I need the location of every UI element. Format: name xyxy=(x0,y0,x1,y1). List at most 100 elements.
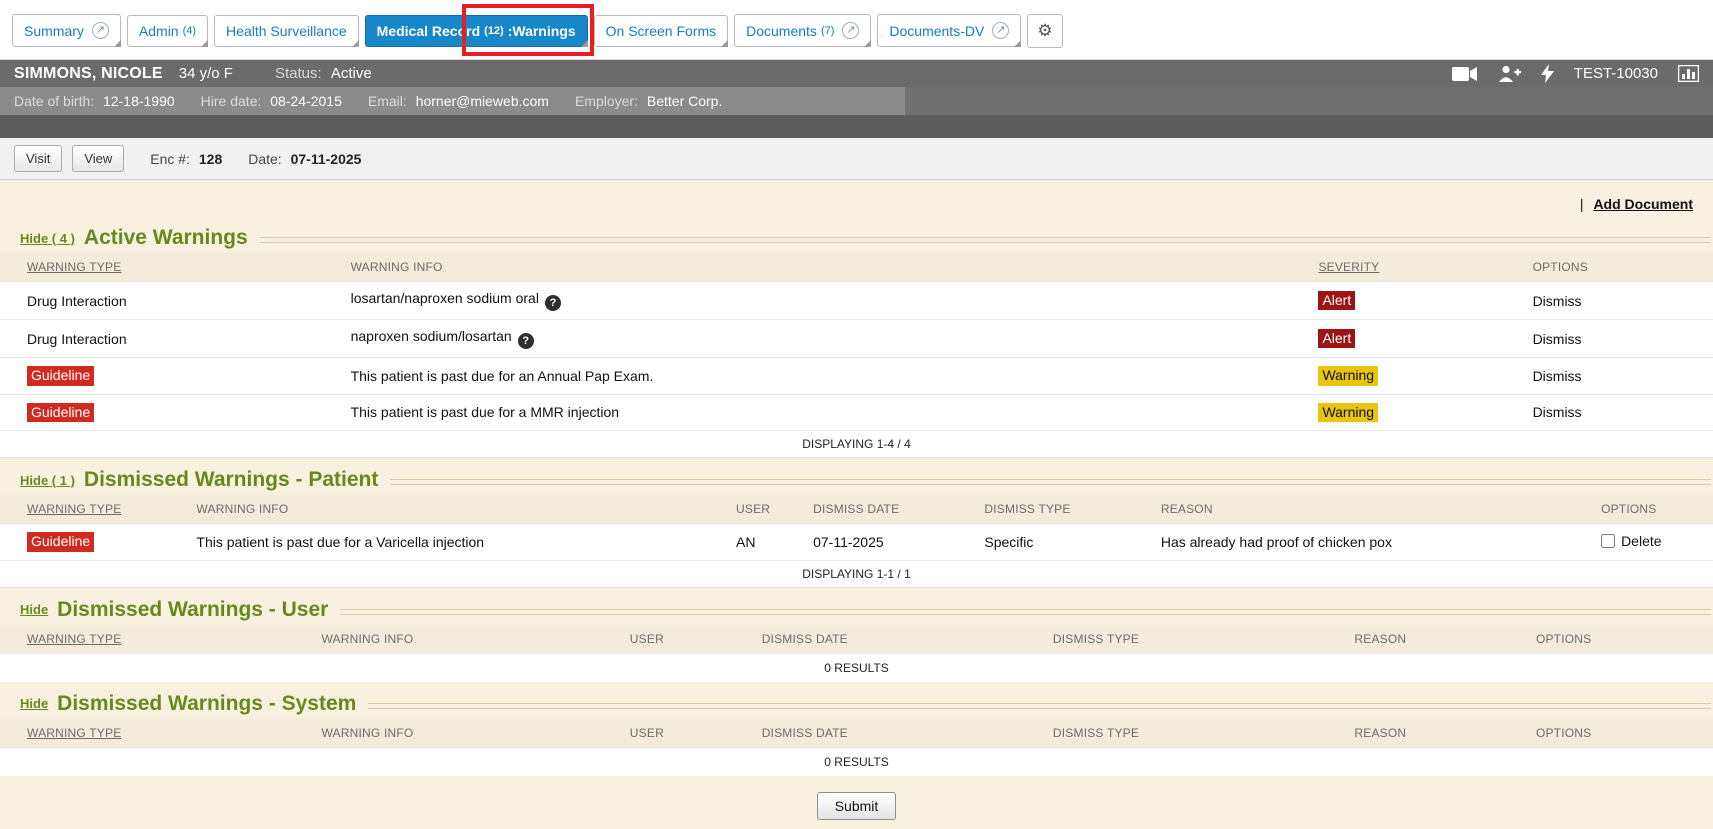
popout-icon[interactable]: ↗ xyxy=(842,22,859,39)
column-header-dismiss-type: DISMISS TYPE xyxy=(1053,726,1139,740)
tab-on-screen-forms[interactable]: On Screen Forms xyxy=(594,15,728,47)
column-header-warning-info: WARNING INFO xyxy=(351,260,443,274)
patient-age-sex: 34 y/o F xyxy=(179,65,233,82)
visit-button[interactable]: Visit xyxy=(14,145,62,172)
submit-button[interactable]: Submit xyxy=(817,792,897,820)
column-header-reason: REASON xyxy=(1354,632,1406,646)
patient-name: SIMMONS, NICOLE xyxy=(14,65,163,83)
add-document-row: | Add Document xyxy=(0,180,1713,216)
section-title: Dismissed Warnings - System xyxy=(57,692,356,716)
section-dismissed-user: Hide Dismissed Warnings - User WARNING T… xyxy=(0,598,1713,682)
column-header-warning-type[interactable]: WARNING TYPE xyxy=(27,502,121,516)
lightning-bolt-icon[interactable] xyxy=(1541,64,1554,83)
dismiss-link[interactable]: Dismiss xyxy=(1533,293,1582,309)
decorative-rule xyxy=(390,479,1711,485)
tab-label: Documents xyxy=(746,23,817,39)
user-initials: AN xyxy=(736,534,755,550)
paging-status: DISPLAYING 1-4 / 4 xyxy=(0,431,1713,458)
column-header-warning-type[interactable]: WARNING TYPE xyxy=(27,632,121,646)
date-label: Date: xyxy=(248,151,281,167)
paging-status: DISPLAYING 1-1 / 1 xyxy=(0,560,1713,587)
column-header-dismiss-type: DISMISS TYPE xyxy=(1053,632,1139,646)
dismiss-link[interactable]: Dismiss xyxy=(1533,331,1582,347)
add-document-link[interactable]: Add Document xyxy=(1593,196,1693,212)
tab-documents-dv[interactable]: Documents-DV ↗ xyxy=(877,14,1021,47)
table-header-row: WARNING TYPE WARNING INFO USER DISMISS D… xyxy=(0,495,1713,524)
field-value: Better Corp. xyxy=(647,93,722,109)
dismiss-link[interactable]: Dismiss xyxy=(1533,368,1582,384)
delete-checkbox[interactable] xyxy=(1601,534,1615,548)
tab-label: Summary xyxy=(24,23,84,39)
add-person-icon[interactable] xyxy=(1498,65,1521,82)
hire-date-field: Hire date: 08-24-2015 xyxy=(201,93,342,109)
warning-info: naproxen sodium/losartan xyxy=(351,328,512,344)
dismissed-user-table: WARNING TYPE WARNING INFO USER DISMISS D… xyxy=(0,625,1713,682)
column-header-warning-type[interactable]: WARNING TYPE xyxy=(27,260,121,274)
column-header-options: OPTIONS xyxy=(1536,632,1591,646)
patient-id: TEST-10030 xyxy=(1574,65,1658,82)
severity-badge: Alert xyxy=(1318,329,1355,349)
decorative-rule xyxy=(260,237,1711,243)
popout-icon[interactable]: ↗ xyxy=(992,22,1009,39)
empty-results: 0 RESULTS xyxy=(0,747,1713,776)
tab-medical-record-warnings[interactable]: Medical Record (12) :Warnings xyxy=(365,15,588,47)
warning-type-badge: Guideline xyxy=(27,532,94,552)
section-active-warnings: Hide ( 4 ) Active Warnings WARNING TYPE … xyxy=(0,226,1713,458)
date-value: 07-11-2025 xyxy=(291,151,362,167)
tab-documents[interactable]: Documents (7) ↗ xyxy=(734,14,871,47)
warning-type: Drug Interaction xyxy=(27,293,127,309)
tab-count: (7) xyxy=(821,25,834,37)
gear-icon: ⚙ xyxy=(1037,21,1052,41)
warning-info: This patient is past due for an Annual P… xyxy=(351,368,654,384)
column-header-user: USER xyxy=(736,502,770,516)
section-title: Dismissed Warnings - User xyxy=(57,598,328,622)
dismiss-link[interactable]: Dismiss xyxy=(1533,404,1582,420)
column-header-severity[interactable]: SEVERITY xyxy=(1318,260,1379,274)
column-header-warning-info: WARNING INFO xyxy=(321,726,413,740)
field-value: horner@mieweb.com xyxy=(416,93,549,109)
field-label: Hire date: xyxy=(201,93,262,109)
delete-option: Delete xyxy=(1601,533,1661,549)
severity-badge: Alert xyxy=(1318,291,1355,311)
paging-status-row: DISPLAYING 1-4 / 4 xyxy=(0,431,1713,458)
patient-demographics-row: Date of birth: 12-18-1990 Hire date: 08-… xyxy=(0,87,1713,115)
column-header-warning-info: WARNING INFO xyxy=(196,502,288,516)
severity-badge: Warning xyxy=(1318,366,1378,386)
dob-field: Date of birth: 12-18-1990 xyxy=(14,93,175,109)
hide-toggle-dismissed-user[interactable]: Hide xyxy=(20,602,48,617)
help-icon[interactable]: ? xyxy=(545,295,561,311)
help-icon[interactable]: ? xyxy=(518,333,534,349)
delete-label: Delete xyxy=(1621,533,1661,549)
field-value: 12-18-1990 xyxy=(103,93,175,109)
popout-icon[interactable]: ↗ xyxy=(92,22,109,39)
table-row: Guideline This patient is past due for a… xyxy=(0,524,1713,561)
tab-count: (4) xyxy=(183,25,196,37)
hide-toggle-dismissed-patient[interactable]: Hide ( 1 ) xyxy=(20,473,75,488)
table-header-row: WARNING TYPE WARNING INFO USER DISMISS D… xyxy=(0,719,1713,748)
column-header-options: OPTIONS xyxy=(1601,502,1656,516)
dismiss-date: 07-11-2025 xyxy=(813,534,884,550)
tab-health-surveillance[interactable]: Health Surveillance xyxy=(214,15,359,47)
hide-toggle-active-warnings[interactable]: Hide ( 4 ) xyxy=(20,231,75,246)
tab-label: Documents-DV xyxy=(889,23,984,39)
field-value: 08-24-2015 xyxy=(270,93,342,109)
visit-bar: Visit View Enc #: 128 Date: 07-11-2025 xyxy=(0,138,1713,180)
view-button[interactable]: View xyxy=(72,145,124,172)
dismiss-reason: Has already had proof of chicken pox xyxy=(1161,534,1392,550)
tab-suffix: :Warnings xyxy=(508,23,576,39)
table-row: Drug Interaction losartan/naproxen sodiu… xyxy=(0,282,1713,320)
page: Summary ↗ Admin (4) Health Surveillance … xyxy=(0,0,1713,829)
section-header: Hide ( 1 ) Dismissed Warnings - Patient xyxy=(0,468,1713,495)
tab-bar: Summary ↗ Admin (4) Health Surveillance … xyxy=(0,0,1713,60)
tab-summary[interactable]: Summary ↗ xyxy=(12,14,121,47)
hide-toggle-dismissed-system[interactable]: Hide xyxy=(20,696,48,711)
tab-admin[interactable]: Admin (4) xyxy=(127,15,208,47)
settings-gear-button[interactable]: ⚙ xyxy=(1027,14,1062,48)
warning-info: This patient is past due for a MMR injec… xyxy=(351,404,619,420)
column-header-user: USER xyxy=(630,632,664,646)
status-value: Active xyxy=(331,65,372,82)
column-header-warning-type[interactable]: WARNING TYPE xyxy=(27,726,121,740)
active-warnings-table: WARNING TYPE WARNING INFO SEVERITY OPTIO… xyxy=(0,253,1713,458)
video-camera-icon[interactable] xyxy=(1452,66,1478,82)
flowsheet-chart-icon[interactable] xyxy=(1678,65,1699,82)
